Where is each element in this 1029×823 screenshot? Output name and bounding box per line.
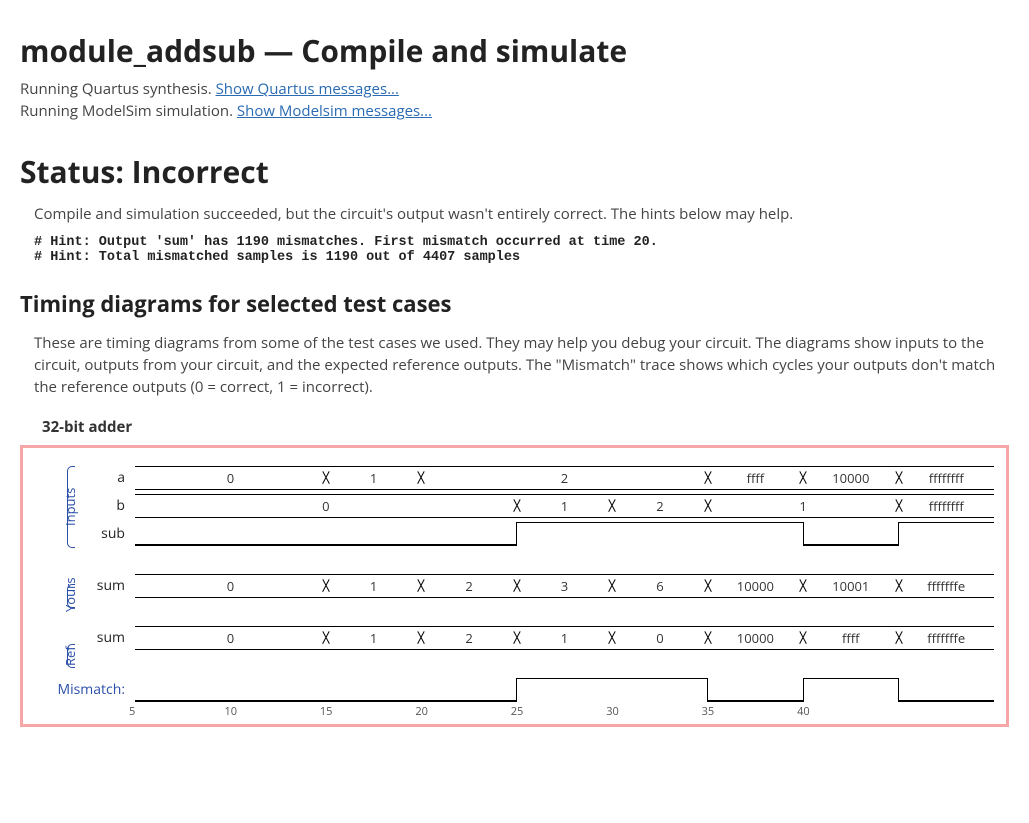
timing-description: These are timing diagrams from some of t… — [20, 333, 1009, 398]
trace-sub: sub — [25, 520, 1004, 548]
wave-bit — [421, 678, 516, 702]
wave-bit — [803, 522, 898, 546]
wave-cell: ffff — [708, 466, 803, 490]
wave-cell: ffff — [803, 626, 898, 650]
wave-cell: 3 — [517, 574, 612, 598]
wave-bit — [326, 678, 421, 702]
trace-mismatch: Mismatch: — [25, 676, 1004, 704]
wave-cell: 0 — [135, 494, 517, 518]
wave-cell: 2 — [612, 494, 707, 518]
show-modelsim-link[interactable]: Show Modelsim messages... — [237, 101, 432, 121]
wave-cell: 0 — [135, 626, 326, 650]
wave-cell: ffffffff — [899, 466, 994, 490]
time-tick: 25 — [517, 704, 612, 718]
time-tick: 15 — [326, 704, 421, 718]
wave-bit — [135, 522, 230, 546]
time-tick: 10 — [230, 704, 325, 718]
wave-bit — [517, 522, 612, 546]
trace-b: b 0121ffffffff — [25, 492, 1004, 520]
status-message: Compile and simulation succeeded, but th… — [20, 204, 1009, 226]
wave-cell: 1 — [326, 626, 421, 650]
wave-cell: 2 — [421, 626, 516, 650]
trace-yours-sum: sum 012361000010001fffffffe — [25, 572, 1004, 600]
show-quartus-link[interactable]: Show Quartus messages... — [216, 79, 399, 99]
time-tick — [899, 704, 994, 718]
wave-cell: 1 — [517, 494, 612, 518]
trace-a: a 012ffff10000ffffffff — [25, 464, 1004, 492]
wave-cell: 2 — [421, 466, 707, 490]
wave-cell: 1 — [326, 574, 421, 598]
wave-cell: 0 — [135, 574, 326, 598]
time-tick: 20 — [421, 704, 516, 718]
wave-cell: fffffffe — [899, 574, 994, 598]
page-title: module_addsub — Compile and simulate — [20, 30, 1009, 71]
trace-ref-sum: sum 0121010000fffffffffffe — [25, 624, 1004, 652]
wave-cell: 6 — [612, 574, 707, 598]
wave-cell: 10000 — [708, 626, 803, 650]
time-tick: 35 — [708, 704, 803, 718]
wave-bit — [612, 522, 707, 546]
waveform-panel: Inputs Yours Ref a 012ffff10000ffffffff … — [20, 445, 1009, 727]
wave-cell: 10001 — [803, 574, 898, 598]
wave-bit — [708, 678, 803, 702]
time-tick: 30 — [612, 704, 707, 718]
test-case-title: 32-bit adder — [42, 417, 1009, 437]
wave-bit — [421, 522, 516, 546]
wave-bit — [517, 678, 612, 702]
time-axis: 510152025303540 — [135, 704, 994, 718]
synthesis-status-line: Running Quartus synthesis. Show Quartus … — [20, 79, 1009, 101]
simulation-status-line: Running ModelSim simulation. Show Models… — [20, 101, 1009, 123]
time-tick: 40 — [803, 704, 898, 718]
wave-bit — [899, 522, 994, 546]
wave-bit — [612, 678, 707, 702]
status-heading: Status: Incorrect — [20, 151, 1009, 192]
wave-cell: 1 — [517, 626, 612, 650]
wave-cell: 10000 — [803, 466, 898, 490]
wave-bit — [230, 678, 325, 702]
time-tick: 5 — [135, 704, 230, 718]
wave-cell: 10000 — [708, 574, 803, 598]
wave-bit — [899, 678, 994, 702]
wave-bit — [326, 522, 421, 546]
wave-bit — [230, 522, 325, 546]
wave-cell: fffffffe — [899, 626, 994, 650]
wave-bit — [803, 678, 898, 702]
wave-cell: 2 — [421, 574, 516, 598]
wave-cell: 1 — [708, 494, 899, 518]
wave-bit — [708, 522, 803, 546]
wave-cell: 0 — [612, 626, 707, 650]
wave-cell: 0 — [135, 466, 326, 490]
wave-cell: 1 — [326, 466, 421, 490]
timing-heading: Timing diagrams for selected test cases — [20, 289, 1009, 319]
wave-cell: ffffffff — [899, 494, 994, 518]
hint-block: # Hint: Output 'sum' has 1190 mismatches… — [34, 235, 1009, 265]
ref-group-label: Ref — [61, 646, 79, 666]
wave-bit — [135, 678, 230, 702]
